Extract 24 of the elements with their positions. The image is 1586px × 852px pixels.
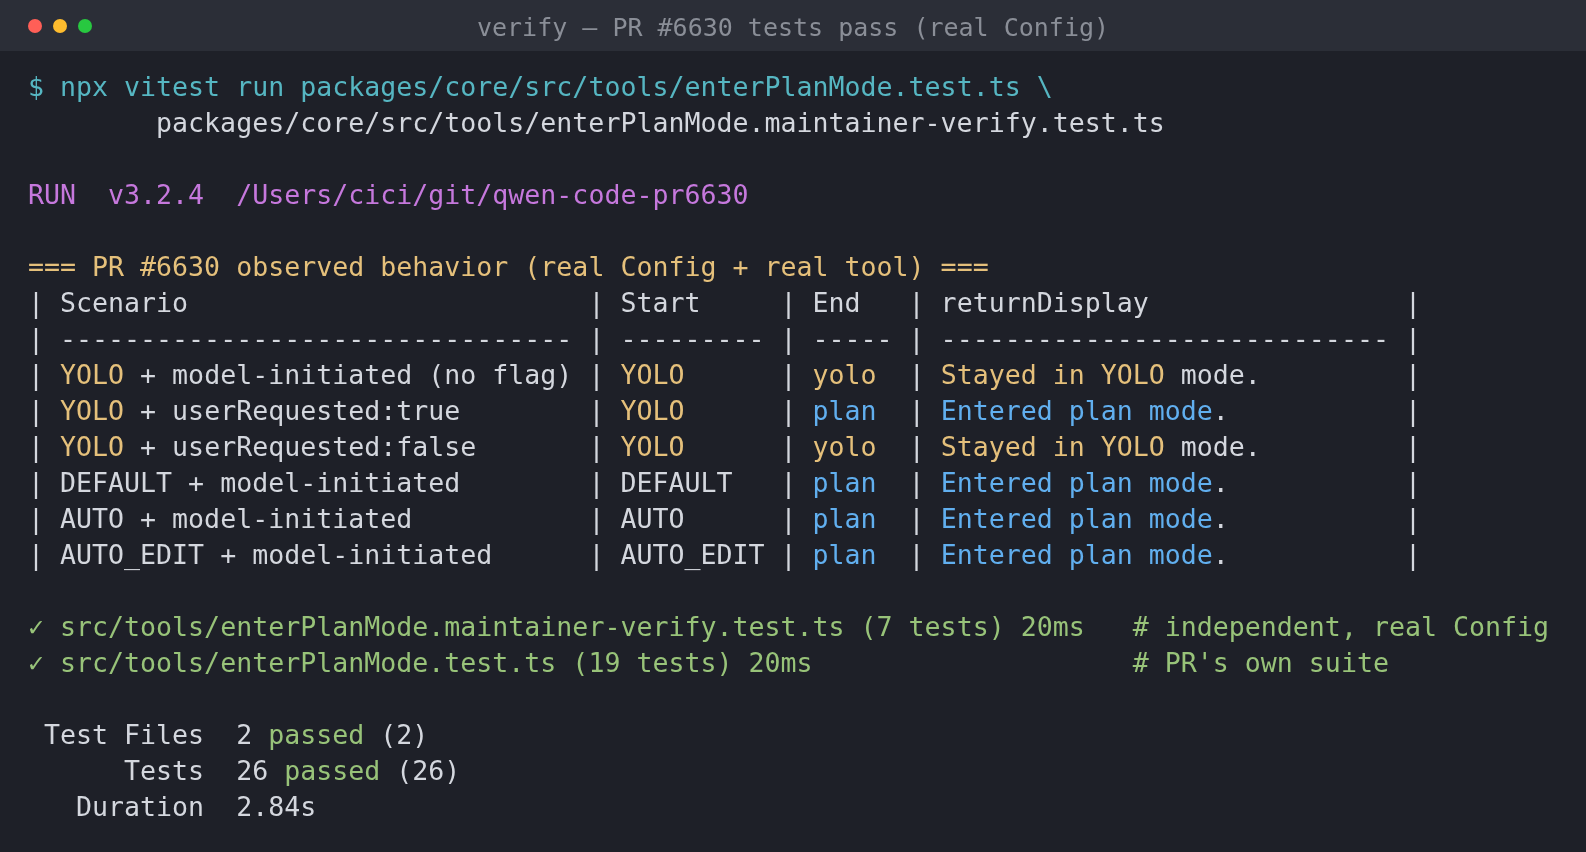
summary-value: 2 passed (2) xyxy=(236,718,429,752)
summary-value: 26 passed (26) xyxy=(236,754,461,788)
summary-label: Duration xyxy=(76,790,205,824)
output-line: | YOLO + model-initiated (no flag) | YOLO | yolo | Stayed in YOLO mode. | xyxy=(28,358,1421,393)
output-line: | Scenario | Start | End | returnDisplay | xyxy=(28,286,1421,321)
output-line: === PR #6630 observed behavior (real Config + real tool) === xyxy=(28,250,989,284)
output-line: | DEFAULT + model-initiated | DEFAULT | plan | Entered plan mode. | xyxy=(28,466,1421,501)
command-line: $ npx vitest run packages/core/src/tools/enterPlanMode.test.ts \ xyxy=(28,70,1053,104)
summary-value: 2.84s xyxy=(236,790,317,824)
output-line: ✓ src/tools/enterPlanMode.test.ts (19 tests) 20ms # PR's own suite xyxy=(28,646,1389,680)
output-line: | AUTO + model-initiated | AUTO | plan | Entered plan mode. | xyxy=(28,502,1421,537)
close-icon[interactable] xyxy=(28,18,42,33)
minimize-icon[interactable] xyxy=(53,18,67,33)
output-line: ✓ src/tools/enterPlanMode.maintainer-verify.test.ts (7 tests) 20ms # independent, real Config xyxy=(28,610,1550,644)
output-line: | AUTO_EDIT + model-initiated | AUTO_EDIT | plan | Entered plan mode. | xyxy=(28,538,1421,573)
window-title: verify — PR #6630 tests pass (real Config) xyxy=(476,13,1110,42)
summary-label: Test Files xyxy=(44,718,205,752)
output-line: | -------------------------------- | --------- | ----- | ---------------------------- | xyxy=(28,322,1421,357)
maximize-icon[interactable] xyxy=(78,18,92,33)
output-line: | YOLO + userRequested:true | YOLO | plan | Entered plan mode. | xyxy=(28,394,1421,429)
summary-label: Tests xyxy=(124,754,205,788)
output-line: RUN v3.2.4 /Users/cici/git/qwen-code-pr6630 xyxy=(28,178,749,212)
output-line: | YOLO + userRequested:false | YOLO | yolo | Stayed in YOLO mode. | xyxy=(28,430,1421,465)
command-line: packages/core/src/tools/enterPlanMode.maintainer-verify.test.ts xyxy=(156,106,1165,140)
